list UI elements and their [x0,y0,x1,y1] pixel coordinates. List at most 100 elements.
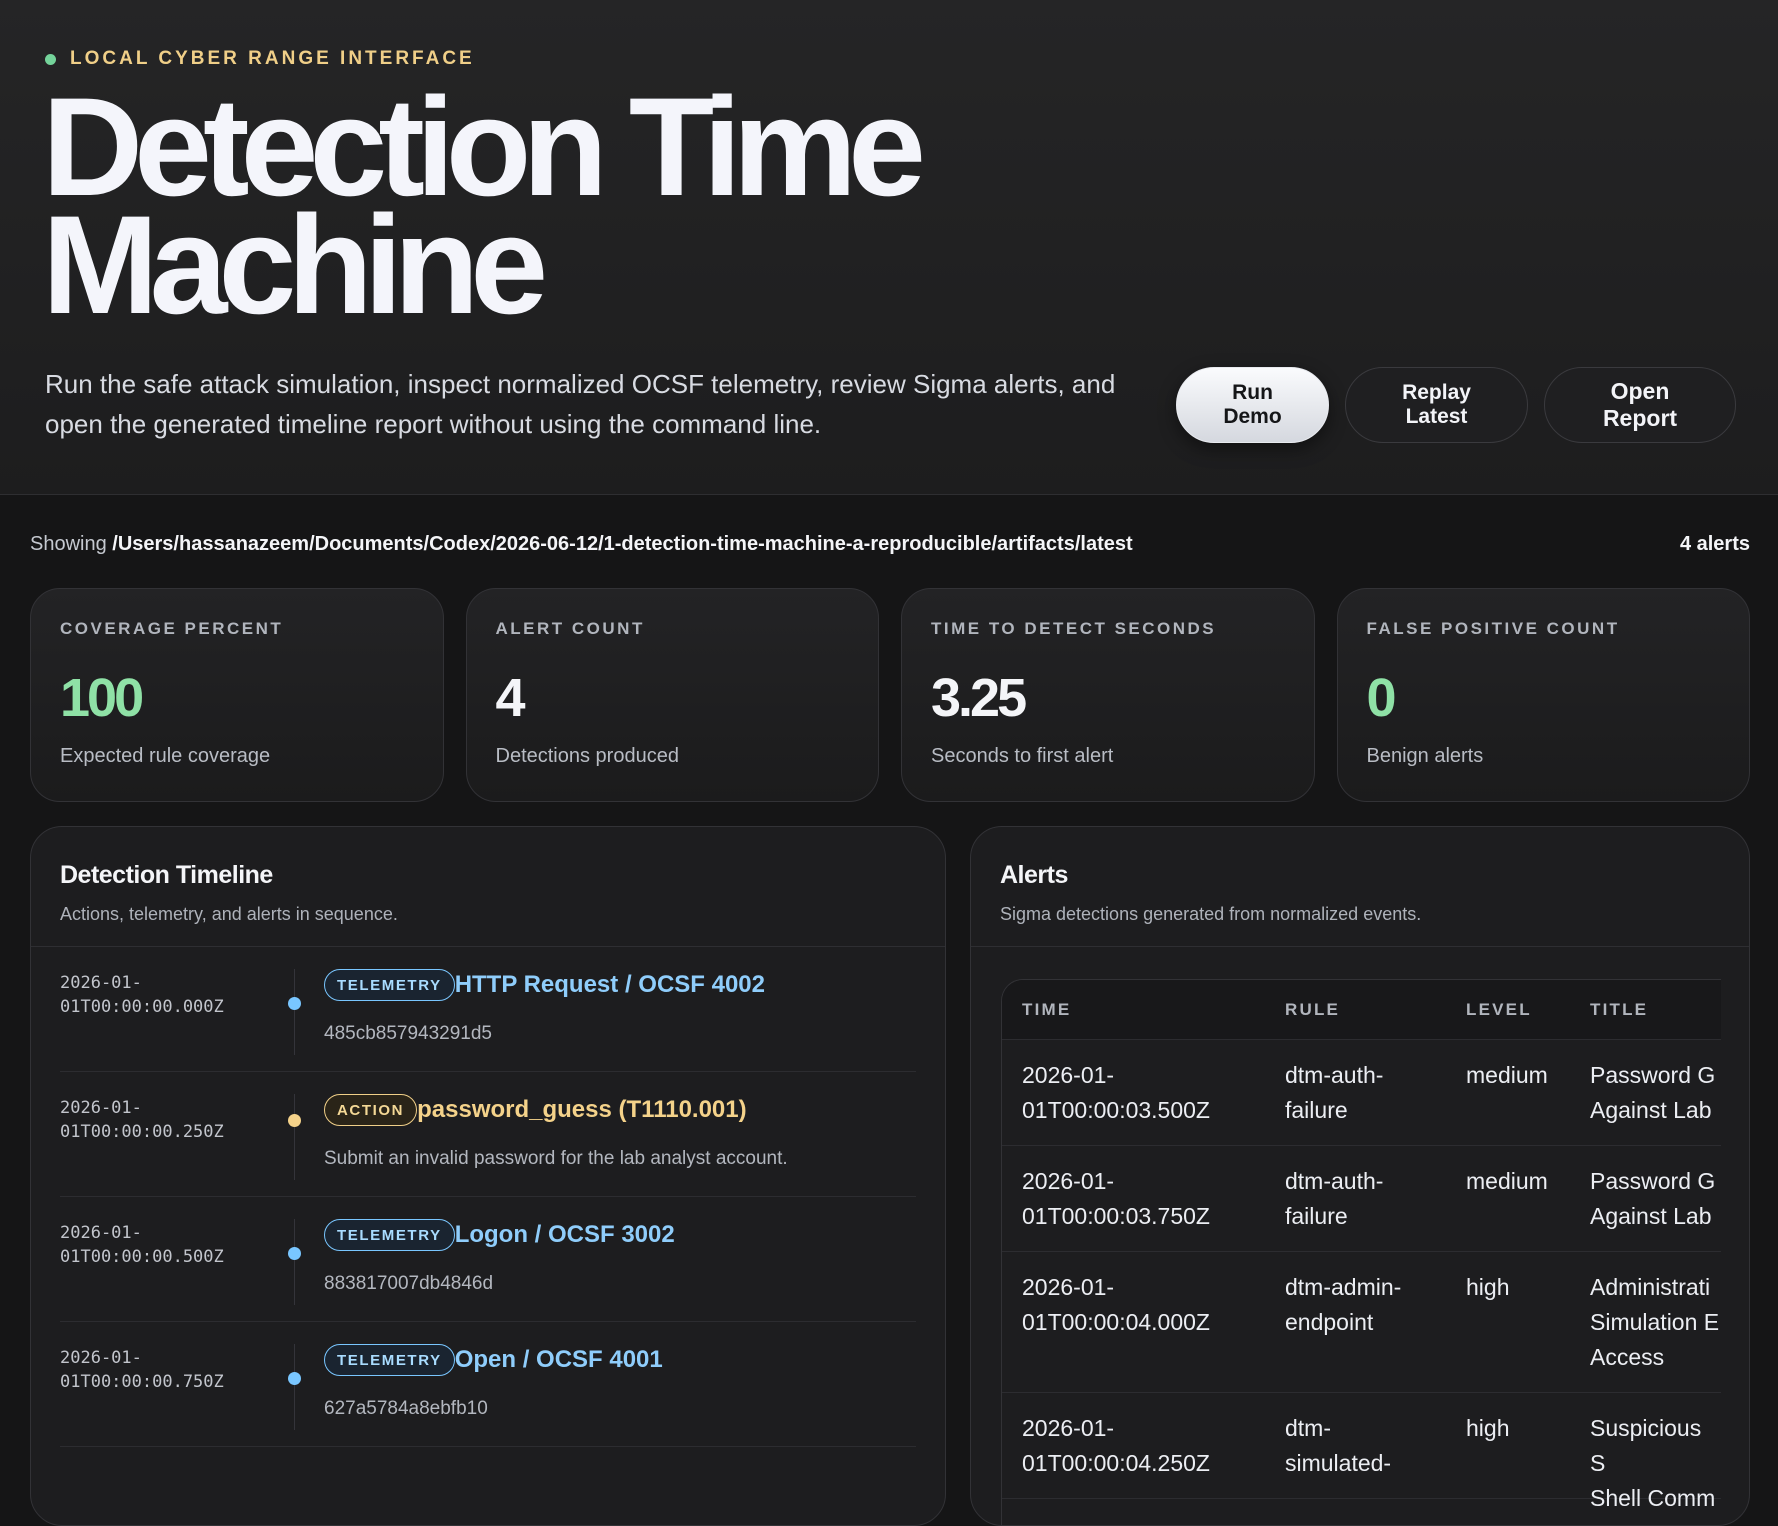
cell-time: 2026-01- 01T00:00:03.750Z [1022,1168,1210,1229]
timeline-item[interactable]: 2026-01- 01T00:00:00.250Z ACTION passwor… [60,1072,916,1197]
timeline-item[interactable]: 2026-01- 01T00:00:00.750Z TELEMETRY Open… [60,1322,916,1447]
timeline-item[interactable]: 2026-01- 01T00:00:00.000Z TELEMETRY HTTP… [60,947,916,1072]
timeline-subtitle: Actions, telemetry, and alerts in sequen… [60,904,398,924]
metric-card-time-to-detect: TIME TO DETECT SECONDS 3.25 Seconds to f… [901,588,1315,802]
artifact-status-bar: Showing /Users/hassanazeem/Documents/Cod… [30,533,1750,556]
action-bar: Run Demo Replay Latest Open Report [1176,367,1736,443]
cell-title: Administrati Simulation E Access [1590,1274,1720,1370]
metric-card-coverage: COVERAGE PERCENT 100 Expected rule cover… [30,588,444,802]
timeline-title-row: TELEMETRY Logon / OCSF 3002 [324,1219,675,1251]
timeline-title: Detection Timeline [60,861,273,889]
timeline-connector [294,969,295,1055]
artifact-path-line: Showing /Users/hassanazeem/Documents/Cod… [30,533,1133,556]
alerts-header: Alerts Sigma detections generated from n… [971,827,1749,947]
event-detail: 883817007db4846d [324,1273,494,1294]
alerts-panel: Alerts Sigma detections generated from n… [970,826,1750,1526]
metric-value: 100 [60,668,144,728]
cell-level: high [1466,1415,1510,1441]
metric-note: Benign alerts [1366,745,1484,767]
cell-rule: dtm-auth- failure [1285,1062,1384,1123]
cell-time: 2026-01- 01T00:00:03.500Z [1022,1062,1210,1123]
event-type-badge: TELEMETRY [324,1219,455,1251]
page-title: Detection Time Machine [42,68,926,343]
event-title: password_guess (T1110.001) [417,1096,747,1123]
run-demo-button[interactable]: Run Demo [1176,367,1329,443]
eyebrow-label: LOCAL CYBER RANGE INTERFACE [70,48,475,69]
timeline-header: Detection Timeline Actions, telemetry, a… [31,827,945,947]
telemetry-dot-icon [288,1247,301,1260]
alert-count-badge: 4 alerts [1679,533,1750,555]
timeline-item[interactable]: 2026-01- 01T00:00:00.500Z TELEMETRY Logo… [60,1197,916,1322]
timeline-list[interactable]: 2026-01- 01T00:00:00.000Z TELEMETRY HTTP… [31,947,945,1447]
event-type-badge: ACTION [324,1094,418,1126]
metric-label: ALERT COUNT [495,619,645,638]
eyebrow: LOCAL CYBER RANGE INTERFACE [45,48,475,70]
event-detail: 627a5784a8ebfb10 [324,1398,488,1419]
table-header-row: TIME RULE LEVEL TITLE [1002,980,1721,1040]
cell-level: high [1466,1274,1510,1300]
detection-timeline-panel: Detection Timeline Actions, telemetry, a… [30,826,946,1526]
cell-rule: dtm- simulated- [1285,1415,1392,1476]
column-header-rule[interactable]: RULE [1265,1000,1446,1020]
timeline-connector [294,1219,295,1305]
hero-header: LOCAL CYBER RANGE INTERFACE Detection Ti… [0,0,1778,495]
metric-card-false-positive: FALSE POSITIVE COUNT 0 Benign alerts [1336,588,1750,802]
timeline-content: TELEMETRY Open / OCSF 4001 627a5784a8ebf… [324,1344,663,1420]
artifact-path: /Users/hassanazeem/Documents/Codex/2026-… [112,533,1133,555]
column-header-title[interactable]: TITLE [1570,1000,1721,1020]
event-title: Logon / OCSF 3002 [454,1221,675,1248]
metric-value: 4 [495,668,526,728]
metric-label: TIME TO DETECT SECONDS [931,619,1217,638]
cell-rule: dtm-auth- failure [1285,1168,1384,1229]
cell-level: medium [1466,1062,1548,1088]
table-row[interactable]: 2026-01- 01T00:00:03.750Z dtm-auth- fail… [1002,1146,1721,1252]
timeline-timestamp: 2026-01- 01T00:00:00.750Z [60,1348,224,1392]
action-dot-icon [288,1114,301,1127]
metrics-row: COVERAGE PERCENT 100 Expected rule cover… [30,588,1750,802]
event-detail: Submit an invalid password for the lab a… [324,1148,788,1169]
alerts-subtitle: Sigma detections generated from normaliz… [1000,904,1422,924]
timeline-content: ACTION password_guess (T1110.001) Submit… [324,1094,788,1170]
metric-label: FALSE POSITIVE COUNT [1366,619,1620,638]
cell-level: medium [1466,1168,1548,1194]
timeline-title-row: TELEMETRY Open / OCSF 4001 [324,1344,663,1376]
page-description: Run the safe attack simulation, inspect … [45,369,1116,439]
open-report-button[interactable]: Open Report [1544,367,1736,443]
timeline-title-row: ACTION password_guess (T1110.001) [324,1094,788,1126]
timeline-connector [294,1344,295,1430]
event-title: Open / OCSF 4001 [454,1346,663,1373]
telemetry-dot-icon [288,997,301,1010]
metric-value: 3.25 [931,668,1027,728]
event-title: HTTP Request / OCSF 4002 [454,971,765,998]
cell-time: 2026-01- 01T00:00:04.250Z [1022,1415,1210,1476]
showing-prefix: Showing [30,533,107,555]
metric-value: 0 [1366,668,1397,728]
metric-note: Expected rule coverage [60,745,271,767]
event-detail: 485cb857943291d5 [324,1023,493,1044]
column-header-time[interactable]: TIME [1002,1000,1265,1020]
table-row[interactable]: 2026-01- 01T00:00:04.250Z dtm- simulated… [1002,1393,1721,1511]
alerts-table[interactable]: TIME RULE LEVEL TITLE 2026-01- 01T00:00:… [1001,979,1721,1525]
timeline-content: TELEMETRY HTTP Request / OCSF 4002 485cb… [324,969,765,1045]
event-type-badge: TELEMETRY [324,969,455,1001]
metric-card-alert-count: ALERT COUNT 4 Detections produced [465,588,879,802]
event-type-badge: TELEMETRY [324,1344,455,1376]
metric-note: Detections produced [495,745,679,767]
metric-label: COVERAGE PERCENT [60,619,284,638]
status-dot-icon [45,53,56,65]
cell-title: Password G Against Lab [1590,1168,1716,1229]
timeline-timestamp: 2026-01- 01T00:00:00.000Z [60,973,224,1017]
timeline-timestamp: 2026-01- 01T00:00:00.250Z [60,1098,224,1142]
alerts-title: Alerts [1000,861,1068,889]
metric-note: Seconds to first alert [931,745,1114,767]
cell-rule: dtm-admin- endpoint [1285,1274,1402,1335]
timeline-timestamp: 2026-01- 01T00:00:00.500Z [60,1223,224,1267]
replay-latest-button[interactable]: Replay Latest [1345,367,1528,443]
timeline-connector [294,1094,295,1180]
table-row[interactable]: 2026-01- 01T00:00:03.500Z dtm-auth- fail… [1002,1040,1721,1146]
telemetry-dot-icon [288,1372,301,1385]
table-row[interactable]: 2026-01- 01T00:00:04.000Z dtm-admin- end… [1002,1252,1721,1393]
timeline-content: TELEMETRY Logon / OCSF 3002 883817007db4… [324,1219,675,1295]
column-header-level[interactable]: LEVEL [1446,1000,1570,1020]
cell-time: 2026-01- 01T00:00:04.000Z [1022,1274,1210,1335]
